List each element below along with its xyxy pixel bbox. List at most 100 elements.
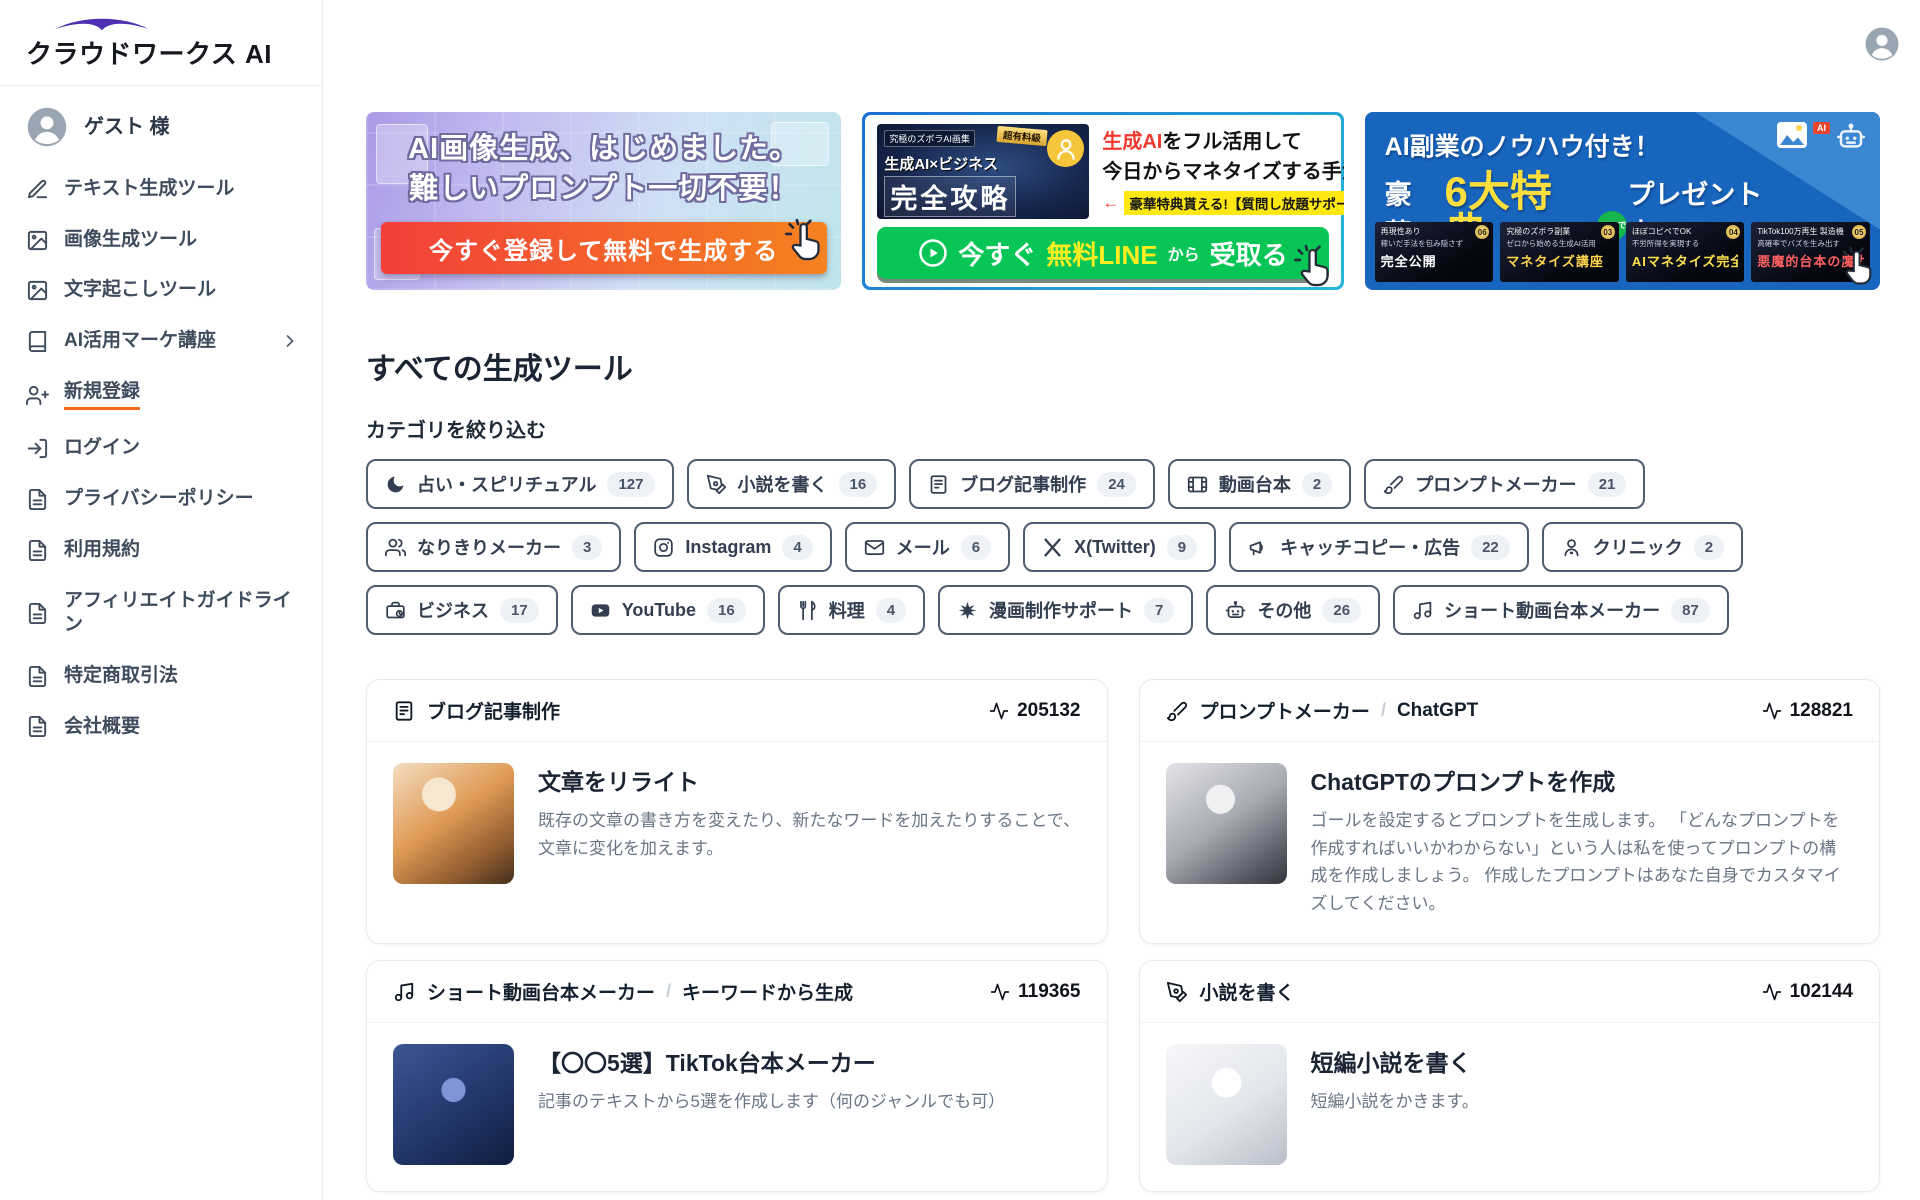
- banner-ai-image-generation[interactable]: AI画像生成、はじめました。 難しいプロンプト一切不要！ 今すぐ登録して無料で生…: [366, 112, 841, 290]
- tool-info: ChatGPTのプロンプトを作成ゴールを設定するとプロンプトを生成します。 「ど…: [1311, 763, 1854, 917]
- category-chip-short-video[interactable]: ショート動画台本メーカー87: [1393, 585, 1729, 635]
- category-chip-instagram[interactable]: Instagram4: [634, 522, 831, 572]
- image-icon: [26, 229, 49, 252]
- sidebar-item-terms[interactable]: 利用規約: [26, 525, 304, 576]
- play-circle-icon: [918, 238, 948, 268]
- category-chip-mail[interactable]: メール6: [845, 522, 1010, 572]
- instagram-icon: [653, 537, 674, 558]
- category-chip-fortune[interactable]: 占い・スピリチュアル127: [366, 459, 674, 509]
- category-chips: 占い・スピリチュアル127小説を書く16ブログ記事制作24動画台本2プロンプトメ…: [366, 459, 1880, 635]
- hand-cursor-icon: [1290, 244, 1336, 290]
- user-avatar-icon[interactable]: [1864, 26, 1900, 62]
- tool-card-header: プロンプトメーカー / ChatGPT 128821: [1140, 680, 1880, 742]
- app-root: クラウドワークス AI ゲスト 様テキスト生成ツール画像生成ツール文字起こしツー…: [0, 0, 1920, 1200]
- tool-card-rewrite[interactable]: ブログ記事制作205132文章をリライト既存の文章の書き方を変えたり、新たなワー…: [366, 679, 1108, 944]
- banner2-copy: 生成AIをフル活用して 今日からマネタイズする手法。 ← 豪華特典貰える!【質問…: [1102, 124, 1328, 219]
- category-chip-row: 占い・スピリチュアル127 小説を書く16 ブログ記事制作 24 動画台本2 プロンプトメ…: [366, 459, 1880, 509]
- banner2-thumbnail: 究極のズボラAI画集 超有料級 生成AI×ビジネス 完全攻略: [877, 124, 1089, 219]
- sidebar-item-transcription-tool[interactable]: 文字起こしツール: [26, 265, 304, 316]
- sidebar-item-label: プライバシーポリシー: [64, 487, 254, 512]
- sidebar-nav: ゲスト 様テキスト生成ツール画像生成ツール文字起こしツール AI活用マーケ講座新規…: [0, 86, 322, 752]
- tool-info: 文章をリライト既存の文章の書き方を変えたり、新たなワードを加えたりすることで、文…: [538, 763, 1081, 884]
- category-chip-roleplay[interactable]: なりきりメーカー3: [366, 522, 621, 572]
- page-title: すべての生成ツール: [366, 344, 1880, 388]
- usage-count: 119365: [990, 981, 1080, 1003]
- chip-label: Instagram: [685, 537, 771, 558]
- sidebar-item-label: 会社概要: [64, 715, 140, 740]
- tool-card-body: ChatGPTのプロンプトを作成ゴールを設定するとプロンプトを生成します。 「ど…: [1140, 742, 1880, 943]
- usage-count-value: 102144: [1790, 981, 1853, 1003]
- briefcase-icon: [385, 600, 406, 621]
- main-content: AI画像生成、はじめました。 難しいプロンプト一切不要！ 今すぐ登録して無料で生…: [323, 0, 1920, 1200]
- category-chip-prompt-maker[interactable]: プロンプトメーカー21: [1364, 459, 1645, 509]
- banner-line-monetize[interactable]: 究極のズボラAI画集 超有料級 生成AI×ビジネス 完全攻略 生成AIをフル活用…: [862, 112, 1343, 290]
- tool-info: 短編小説を書く短編小説をかきます。: [1311, 1044, 1479, 1165]
- category-chip-others[interactable]: その他26: [1206, 585, 1380, 635]
- chip-label: ビジネス: [417, 597, 489, 623]
- category-chip-blog[interactable]: ブログ記事制作 24: [909, 459, 1155, 509]
- chip-label: ブログ記事制作: [960, 471, 1086, 497]
- tool-card-short-novel[interactable]: 小説を書く102144短編小説を書く短編小説をかきます。: [1139, 960, 1881, 1192]
- tool-card-body: 【〇〇5選】TikTok台本メーカー記事のテキストから5選を作成します（何のジャ…: [367, 1023, 1107, 1191]
- brand-logo[interactable]: クラウドワークス AI: [0, 0, 322, 86]
- person-icon: [1047, 130, 1084, 167]
- sidebar-item-commercial-law[interactable]: 特定商取引法: [26, 651, 304, 702]
- sidebar-item-privacy-policy[interactable]: プライバシーポリシー: [26, 474, 304, 525]
- tool-card-tiktok-script[interactable]: ショート動画台本メーカー/キーワードから生成119365【〇〇5選】TikTok…: [366, 960, 1108, 1192]
- usage-count-value: 128821: [1790, 700, 1853, 722]
- sidebar-item-label: 文字起こしツール: [64, 278, 216, 303]
- tool-category: プロンプトメーカー: [1200, 697, 1370, 724]
- sidebar-item-guest[interactable]: ゲスト 様: [26, 98, 304, 164]
- tool-subcategory: ChatGPT: [1397, 700, 1478, 722]
- file-text-icon: [26, 539, 49, 562]
- hand-cursor-icon: [781, 218, 827, 264]
- tool-subcategory: キーワードから生成: [682, 978, 853, 1005]
- separator: /: [1381, 700, 1386, 721]
- tool-title: 短編小説を書く: [1311, 1044, 1479, 1078]
- category-chip-catchcopy[interactable]: キャッチコピー・広告22: [1229, 522, 1529, 572]
- tool-title: 【〇〇5選】TikTok台本メーカー: [538, 1044, 1005, 1078]
- category-chip-row: なりきりメーカー3 Instagram4 メール6 X(Twitter)9 キャッチコピ…: [366, 522, 1880, 572]
- sidebar-item-company[interactable]: 会社概要: [26, 702, 304, 753]
- sidebar-item-ai-marketing-course[interactable]: AI活用マーケ講座: [26, 316, 304, 367]
- sidebar-item-label: テキスト生成ツール: [64, 177, 234, 202]
- tool-card-chatgpt-prompt[interactable]: プロンプトメーカー / ChatGPT 128821 ChatGPTのプロンプトを作成ゴ…: [1139, 679, 1881, 944]
- category-chip-video-script[interactable]: 動画台本2: [1168, 459, 1351, 509]
- category-chip-cooking[interactable]: 料理4: [778, 585, 925, 635]
- chip-label: プロンプトメーカー: [1415, 471, 1576, 497]
- rank-badge: 05: [1852, 225, 1866, 239]
- image-icon: [26, 279, 49, 302]
- sidebar-item-text-tool[interactable]: テキスト生成ツール: [26, 164, 304, 215]
- banner-ai-side-job[interactable]: AI AI副業のノウハウ付き！ 豪華 6大特典 LINEで プレゼント中 再現性…: [1365, 112, 1880, 290]
- banner2-line-button[interactable]: 今すぐ無料LINEから受取る: [877, 227, 1328, 279]
- category-chip-clinic[interactable]: クリニック 2: [1542, 522, 1743, 572]
- sidebar-item-affiliate-guideline[interactable]: アフィリエイトガイドライン: [26, 576, 304, 651]
- pen-icon: [706, 474, 727, 495]
- tool-thumbnail: [1166, 763, 1287, 884]
- sidebar-item-login[interactable]: ログイン: [26, 423, 304, 474]
- pen-icon: [1166, 981, 1188, 1003]
- chip-count-badge: 127: [607, 472, 654, 497]
- rank-badge: 03: [1601, 225, 1615, 239]
- sidebar-item-signup[interactable]: 新規登録: [26, 367, 304, 424]
- category-chip-novel[interactable]: 小説を書く16: [687, 459, 897, 509]
- chip-label: 動画台本: [1219, 471, 1291, 497]
- chip-count-badge: 24: [1097, 472, 1136, 497]
- blog-icon: [393, 700, 415, 722]
- blog-icon: [928, 474, 949, 495]
- usage-count: 205132: [989, 700, 1080, 722]
- category-chip-business[interactable]: ビジネス17: [366, 585, 558, 635]
- file-text-icon: [26, 602, 49, 625]
- brush-icon: [1166, 700, 1188, 722]
- usage-count-value: 119365: [1018, 981, 1080, 1003]
- sidebar-item-image-tool[interactable]: 画像生成ツール: [26, 215, 304, 266]
- music-icon: [393, 981, 415, 1003]
- log-in-icon: [26, 437, 49, 460]
- category-chip-x-twitter[interactable]: X(Twitter)9: [1023, 522, 1216, 572]
- moon-icon: [385, 474, 406, 495]
- banner1-register-button[interactable]: 今すぐ登録して無料で生成する: [381, 222, 827, 274]
- category-chip-youtube[interactable]: YouTube16: [571, 585, 765, 635]
- chip-label: クリニック: [1593, 534, 1683, 560]
- category-chip-manga[interactable]: 漫画制作サポート7: [938, 585, 1193, 635]
- chip-count-badge: 2: [1694, 535, 1724, 560]
